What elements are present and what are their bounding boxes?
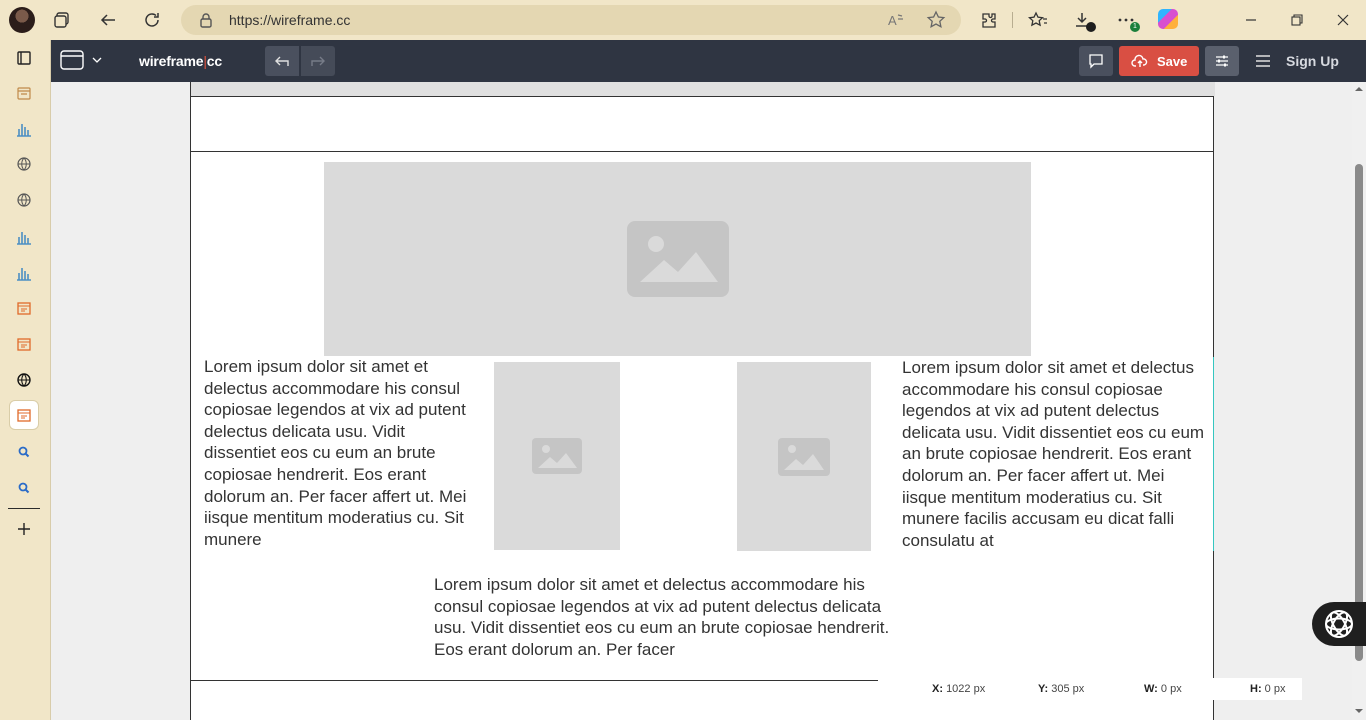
calendar-icon[interactable] [9, 400, 39, 430]
plus-icon[interactable] [9, 514, 39, 544]
sidebar-divider [8, 508, 40, 509]
undo-redo-group [265, 46, 335, 76]
minimize-icon[interactable] [1237, 6, 1265, 34]
brand-logo[interactable]: wireframe|cc [139, 53, 222, 69]
coordinates-readout: X: 1022 px Y: 305 px W: 0 px H: 0 px [878, 678, 1302, 700]
design-canvas[interactable]: Lorem ipsum dolor sit amet et delectus a… [51, 82, 1352, 720]
hero-image-placeholder[interactable] [324, 162, 1031, 356]
x-value: 1022 px [946, 683, 986, 695]
lorem-text-bottom[interactable]: Lorem ipsum dolor sit amet et delectus a… [434, 574, 906, 660]
save-label: Save [1157, 53, 1188, 69]
browser-sidebar [0, 40, 51, 720]
sign-up-link[interactable]: Sign Up [1286, 53, 1339, 69]
redo-icon [311, 56, 325, 66]
w-label: W: [1144, 683, 1158, 695]
calendar-icon[interactable] [9, 329, 39, 359]
globe-icon[interactable] [9, 185, 39, 215]
svg-text:A: A [888, 13, 897, 28]
redo-button[interactable] [301, 46, 335, 76]
extensions-icon[interactable] [975, 6, 1003, 34]
profile-avatar[interactable] [9, 7, 35, 33]
menu-icon[interactable] [1254, 53, 1272, 74]
scroll-up-icon [1355, 87, 1363, 91]
more-icon[interactable]: 1 [1112, 6, 1140, 34]
image-icon [532, 438, 582, 474]
close-icon[interactable] [1329, 6, 1357, 34]
lorem-text-left[interactable]: Lorem ipsum dolor sit amet et delectus a… [204, 356, 474, 550]
image-icon [626, 221, 729, 297]
url-text[interactable]: https://wireframe.cc [229, 12, 350, 28]
search-icon[interactable] [9, 437, 39, 467]
comment-icon [1089, 54, 1103, 69]
refresh-icon[interactable] [138, 6, 166, 34]
favorites-icon[interactable] [1024, 6, 1052, 34]
globe-icon[interactable] [9, 149, 39, 179]
chatgpt-assistant-button[interactable] [1312, 602, 1366, 646]
selection-guide [1213, 357, 1214, 551]
image-icon [778, 437, 830, 476]
chart-icon[interactable] [9, 114, 39, 144]
chart-icon[interactable] [9, 222, 39, 252]
header-box[interactable] [190, 96, 1214, 152]
wireframe-page[interactable]: Lorem ipsum dolor sit amet et delectus a… [190, 82, 1215, 720]
favorite-star-icon[interactable] [926, 10, 946, 35]
comments-button[interactable] [1079, 46, 1113, 76]
y-value: 305 px [1051, 683, 1085, 695]
page-type-selector[interactable] [60, 49, 102, 71]
chart-icon[interactable] [9, 258, 39, 288]
download-badge [1086, 22, 1096, 32]
read-aloud-icon[interactable]: A [887, 11, 905, 34]
brand-text: wireframe [139, 53, 204, 69]
browser-titlebar: https://wireframe.cc A 1 [0, 0, 1366, 40]
workspaces-icon[interactable] [9, 43, 39, 73]
image-placeholder-right[interactable] [737, 362, 871, 551]
x-label: X: [932, 683, 943, 695]
y-label: Y: [1038, 683, 1049, 695]
image-placeholder-left[interactable] [494, 362, 620, 550]
search-icon[interactable] [9, 473, 39, 503]
sliders-icon [1216, 55, 1228, 67]
calendar-icon[interactable] [9, 293, 39, 323]
address-bar[interactable]: https://wireframe.cc A [181, 5, 961, 35]
notification-badge: 1 [1130, 22, 1140, 32]
restore-icon[interactable] [1283, 6, 1311, 34]
h-value: 0 px [1264, 683, 1286, 695]
scroll-down-icon [1355, 709, 1363, 713]
page-top-strip [191, 82, 1215, 96]
brand-suffix: cc [206, 53, 222, 69]
app-toolbar: wireframe|cc Save Sign Up [51, 40, 1366, 82]
h-label: H: [1250, 683, 1262, 695]
save-button[interactable]: Save [1119, 46, 1199, 76]
back-icon[interactable] [94, 6, 122, 34]
planner-icon[interactable] [9, 78, 39, 108]
downloads-icon[interactable] [1068, 6, 1096, 34]
tabs-icon[interactable] [48, 6, 76, 34]
lock-icon [199, 12, 213, 33]
world-icon[interactable] [9, 365, 39, 395]
w-value: 0 px [1160, 683, 1182, 695]
scrollbar-thumb[interactable] [1355, 164, 1363, 661]
browser-window-icon [60, 50, 84, 70]
lorem-text-right[interactable]: Lorem ipsum dolor sit amet et delectus a… [902, 357, 1208, 551]
toolbar-divider [1012, 12, 1013, 28]
undo-button[interactable] [265, 46, 299, 76]
undo-icon [275, 56, 289, 66]
chevron-down-icon [92, 57, 102, 63]
settings-sliders-button[interactable] [1205, 46, 1239, 76]
cloud-upload-icon [1131, 54, 1148, 67]
copilot-icon[interactable] [1158, 9, 1178, 29]
openai-icon [1325, 610, 1353, 638]
